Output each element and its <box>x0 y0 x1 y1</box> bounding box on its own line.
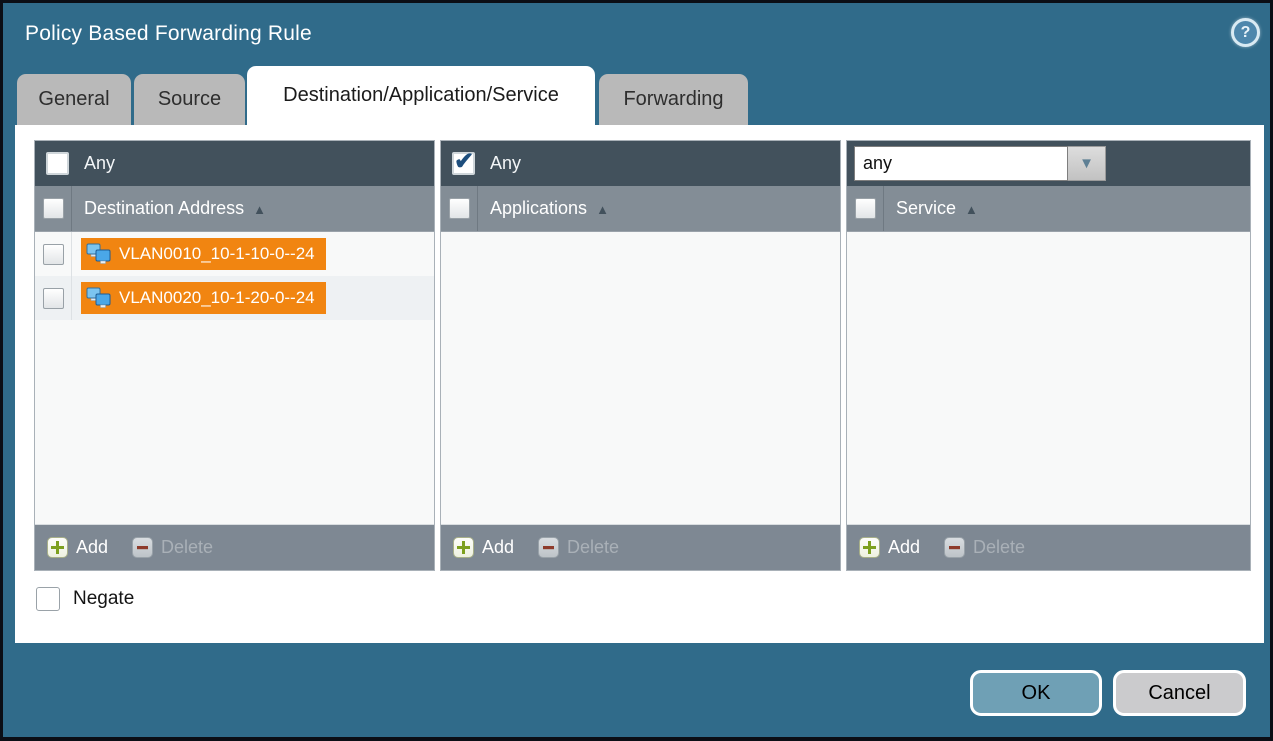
network-address-icon <box>86 287 112 309</box>
destination-toolbar: Add Delete <box>35 525 434 570</box>
destination-row-checkbox[interactable] <box>43 244 64 265</box>
service-add-label: Add <box>888 537 920 558</box>
destination-list: VLAN0010_10-1-10-0--24 VLAN0020_10-1-20-… <box>35 232 434 525</box>
destination-address-chip[interactable]: VLAN0020_10-1-20-0--24 <box>81 282 326 314</box>
add-plus-icon <box>47 537 68 558</box>
destination-any-checkbox[interactable] <box>46 152 69 175</box>
sort-ascending-icon <box>965 198 978 219</box>
service-dropdown-button[interactable] <box>1068 146 1106 181</box>
cancel-button[interactable]: Cancel <box>1113 670 1246 716</box>
add-plus-icon <box>453 537 474 558</box>
applications-column-label: Applications <box>490 198 587 219</box>
service-combo <box>854 146 1106 181</box>
applications-any-checkbox[interactable] <box>452 152 475 175</box>
tab-source[interactable]: Source <box>134 74 245 125</box>
service-column-header: Service <box>847 186 1250 232</box>
help-icon[interactable] <box>1231 18 1260 47</box>
destination-row[interactable]: VLAN0010_10-1-10-0--24 <box>35 232 434 276</box>
tab-source-label: Source <box>158 88 221 111</box>
service-delete-button[interactable]: Delete <box>944 537 1025 558</box>
tab-destination-application-service[interactable]: Destination/Application/Service <box>247 66 595 125</box>
negate-label: Negate <box>73 588 134 610</box>
service-column-header-cell[interactable]: Service <box>884 186 978 231</box>
destination-row[interactable]: VLAN0020_10-1-20-0--24 <box>35 276 434 320</box>
applications-select-all-checkbox[interactable] <box>449 198 470 219</box>
network-address-icon <box>86 243 112 265</box>
applications-delete-button[interactable]: Delete <box>538 537 619 558</box>
service-add-button[interactable]: Add <box>859 537 920 558</box>
dialog-title: Policy Based Forwarding Rule <box>25 22 312 46</box>
negate-option: Negate <box>36 587 134 611</box>
service-dropdown-input[interactable] <box>854 146 1068 181</box>
sort-ascending-icon <box>253 198 266 219</box>
destination-panel: Any Destination Address VLAN0010_ <box>34 140 435 571</box>
pbf-rule-dialog: Policy Based Forwarding Rule General Sou… <box>3 3 1270 737</box>
tab-general-label: General <box>38 88 109 111</box>
applications-list <box>441 232 840 525</box>
applications-toolbar: Add Delete <box>441 525 840 570</box>
service-toolbar: Add Delete <box>847 525 1250 570</box>
destination-any-bar: Any <box>35 141 434 186</box>
service-select-all-checkbox[interactable] <box>855 198 876 219</box>
tab-forwarding-label: Forwarding <box>623 88 723 111</box>
destination-column-header-cell[interactable]: Destination Address <box>72 186 266 231</box>
ok-button[interactable]: OK <box>970 670 1102 716</box>
sort-ascending-icon <box>596 198 609 219</box>
applications-any-label: Any <box>490 153 521 174</box>
applications-column-header-cell[interactable]: Applications <box>478 186 609 231</box>
destination-column-header: Destination Address <box>35 186 434 232</box>
delete-minus-icon <box>538 537 559 558</box>
service-delete-label: Delete <box>973 537 1025 558</box>
destination-add-label: Add <box>76 537 108 558</box>
negate-checkbox[interactable] <box>36 587 60 611</box>
applications-delete-label: Delete <box>567 537 619 558</box>
destination-address-label: VLAN0010_10-1-10-0--24 <box>119 244 315 264</box>
destination-delete-label: Delete <box>161 537 213 558</box>
applications-column-header: Applications <box>441 186 840 232</box>
destination-select-all-checkbox[interactable] <box>43 198 64 219</box>
service-column-label: Service <box>896 198 956 219</box>
tab-forwarding[interactable]: Forwarding <box>599 74 748 125</box>
applications-add-label: Add <box>482 537 514 558</box>
destination-any-label: Any <box>84 153 115 174</box>
destination-delete-button[interactable]: Delete <box>132 537 213 558</box>
tab-general[interactable]: General <box>17 74 131 125</box>
service-any-bar <box>847 141 1250 186</box>
destination-address-chip[interactable]: VLAN0010_10-1-10-0--24 <box>81 238 326 270</box>
cancel-button-label: Cancel <box>1148 682 1210 705</box>
delete-minus-icon <box>132 537 153 558</box>
destination-row-checkbox[interactable] <box>43 288 64 309</box>
applications-add-button[interactable]: Add <box>453 537 514 558</box>
ok-button-label: OK <box>1022 682 1051 705</box>
service-list <box>847 232 1250 525</box>
delete-minus-icon <box>944 537 965 558</box>
tab-das-label: Destination/Application/Service <box>283 84 559 107</box>
applications-panel: Any Applications Add Delete <box>440 140 841 571</box>
applications-any-bar: Any <box>441 141 840 186</box>
destination-address-label: VLAN0020_10-1-20-0--24 <box>119 288 315 308</box>
add-plus-icon <box>859 537 880 558</box>
destination-add-button[interactable]: Add <box>47 537 108 558</box>
service-panel: Service Add Delete <box>846 140 1251 571</box>
destination-column-label: Destination Address <box>84 198 244 219</box>
